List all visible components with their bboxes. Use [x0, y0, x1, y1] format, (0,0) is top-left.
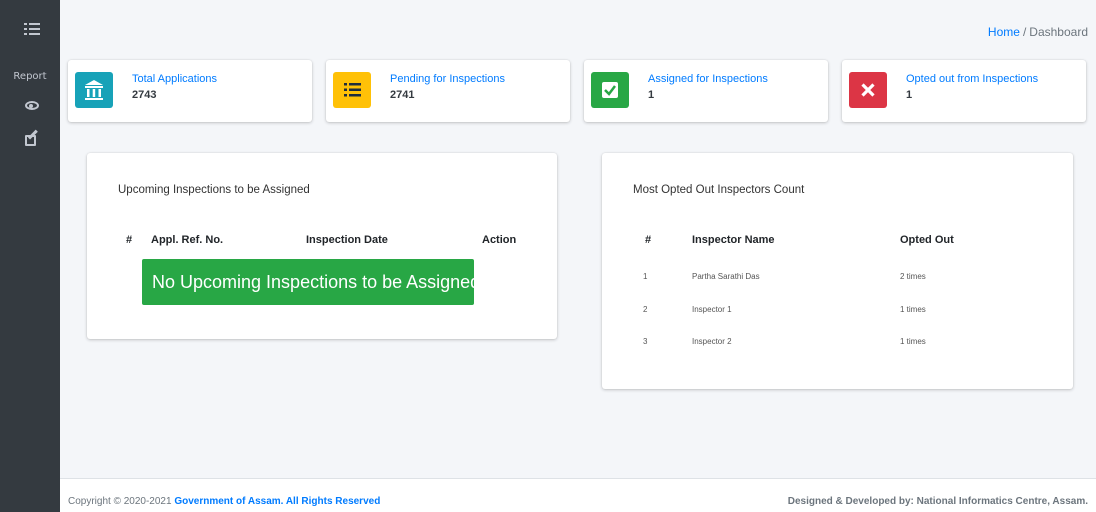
opted-out-inspectors-card: Most Opted Out Inspectors Count # Inspec…	[602, 153, 1073, 389]
infobox-opted-out-inspections[interactable]: Opted out from Inspections 1	[842, 60, 1086, 122]
opted-out-count: 1 times	[900, 305, 926, 314]
inspector-name: Inspector 2	[692, 337, 732, 346]
org-link[interactable]: Government of Assam. All Rights Reserved	[174, 496, 380, 507]
opted-out-count: 2 times	[900, 272, 926, 281]
infobox-label: Total Applications	[132, 73, 217, 85]
column-header: Inspection Date	[306, 234, 388, 246]
infobox-label: Opted out from Inspections	[906, 73, 1039, 85]
footer: Copyright © 2020-2021 Government of Assa…	[60, 478, 1096, 512]
eye-icon[interactable]	[25, 101, 39, 110]
empty-state-alert: No Upcoming Inspections to be Assigned	[142, 259, 480, 305]
infobox-assigned-inspections[interactable]: Assigned for Inspections 1	[584, 60, 828, 122]
infobox-label: Pending for Inspections	[390, 73, 505, 85]
breadcrumb-separator: /	[1022, 25, 1027, 39]
list-icon	[333, 72, 371, 108]
row-number: 3	[643, 337, 648, 346]
infobox-pending-inspections[interactable]: Pending for Inspections 2741	[326, 60, 570, 122]
column-header: Appl. Ref. No.	[151, 234, 224, 246]
breadcrumb: Home / Dashboard	[988, 25, 1088, 39]
card-title: Most Opted Out Inspectors Count	[633, 184, 805, 196]
sidebar-item-report[interactable]: Report	[0, 71, 60, 82]
sidebar: Report	[0, 0, 60, 512]
breadcrumb-home-link[interactable]: Home	[988, 25, 1020, 39]
upcoming-inspections-card: Upcoming Inspections to be Assigned # Ap…	[87, 153, 557, 339]
list-icon[interactable]	[24, 22, 40, 36]
infobox-total-applications[interactable]: Total Applications 2743	[68, 60, 312, 122]
column-header: Inspector Name	[692, 234, 775, 246]
close-icon	[849, 72, 887, 108]
card-title: Upcoming Inspections to be Assigned	[118, 184, 310, 196]
inspector-name: Partha Sarathi Das	[692, 272, 760, 281]
column-header: #	[645, 234, 652, 246]
copyright-text: Copyright © 2020-2021 Government of Assa…	[68, 496, 380, 507]
breadcrumb-current: Dashboard	[1029, 25, 1088, 39]
check-square-icon	[591, 72, 629, 108]
infobox-value: 2741	[390, 89, 415, 101]
row-number: 2	[643, 305, 648, 314]
column-header: Action	[482, 234, 517, 246]
infobox-value: 1	[906, 89, 913, 101]
infobox-value: 1	[648, 89, 655, 101]
inspector-name: Inspector 1	[692, 305, 732, 314]
row-number: 1	[643, 272, 648, 281]
copyright-prefix: Copyright © 2020-2021	[68, 496, 175, 507]
column-header: Opted Out	[900, 234, 954, 246]
opted-out-count: 1 times	[900, 337, 926, 346]
column-header: #	[126, 234, 133, 246]
credit-text: Designed & Developed by: National Inform…	[787, 496, 1088, 507]
bank-icon	[75, 72, 113, 108]
infobox-label: Assigned for Inspections	[648, 73, 768, 85]
edit-icon[interactable]	[25, 129, 38, 146]
infobox-value: 2743	[132, 89, 157, 101]
